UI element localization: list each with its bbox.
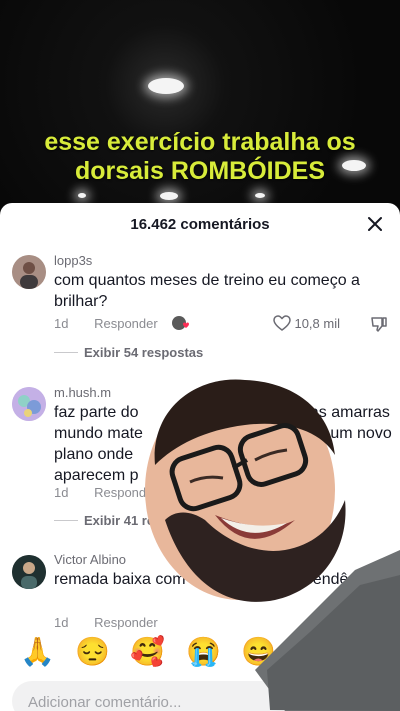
comment-text-fragment: mundo mate	[54, 425, 143, 442]
replies-divider	[54, 352, 78, 353]
comment-text-fragment: aparecem p	[54, 467, 139, 484]
ceiling-light	[160, 192, 178, 200]
comment-text: remada baixa com ênfase em transcendênci…	[54, 571, 387, 588]
heart-icon	[273, 315, 292, 331]
avatar[interactable]	[12, 255, 46, 289]
ceiling-light	[148, 78, 184, 94]
comment-text-line: aparecem p	[54, 465, 394, 486]
dislike-icon[interactable]	[370, 315, 388, 333]
emoji-button[interactable]: 🥰	[130, 635, 165, 669]
emoji-button[interactable]: 😭	[186, 635, 221, 669]
avatar[interactable]	[12, 387, 46, 421]
view-replies-button[interactable]: Exibir 41 respostas	[54, 513, 203, 528]
comment-age: 1d	[54, 485, 69, 500]
view-replies-button[interactable]: Exibir 54 respostas	[54, 345, 203, 360]
comment-text-line: mundo mate a um novo	[54, 423, 394, 444]
ceiling-light	[255, 193, 265, 198]
comments-sheet: 16.462 comentários lopp3s com quantos me…	[0, 203, 400, 711]
view-replies-label: Exibir 54 respostas	[84, 345, 204, 360]
comment-count: 16.462 comentários	[130, 216, 270, 233]
like-button[interactable]: 10,8 mil	[273, 315, 340, 331]
comment-text: faz parte do das amarras do mundo mate a u…	[54, 402, 394, 486]
comment-meta: 1d Responder	[54, 615, 158, 630]
ceiling-light	[78, 193, 86, 198]
comment-username[interactable]: m.hush.m	[54, 385, 111, 400]
reply-button[interactable]: Responder	[94, 485, 158, 500]
reply-button[interactable]: Responder	[94, 615, 158, 630]
comment-input-box	[12, 681, 388, 711]
comment-text-fragment: faz parte do	[54, 404, 139, 421]
emoji-button[interactable]: 🙏	[20, 635, 55, 669]
comment-text: com quantos meses de treino eu começo a …	[54, 272, 360, 310]
close-icon[interactable]	[364, 213, 386, 235]
caption-line: esse exercício trabalha os	[44, 128, 356, 156]
caption-line: dorsais ROMBÓIDES	[74, 157, 326, 185]
comments-header: 16.462 comentários	[0, 203, 400, 245]
mention-icon[interactable]	[314, 691, 336, 711]
comment-text-fragment: ndo	[298, 446, 325, 463]
video-caption: esse exercício trabalha os dorsais ROMBÓ…	[0, 128, 400, 186]
view-replies-label: Exibir 41 respostas	[84, 513, 204, 528]
comment-username[interactable]: Victor Albino	[54, 552, 126, 567]
comment-username[interactable]: lopp3s	[54, 253, 92, 268]
creator-liked-icon	[172, 316, 189, 330]
comment-text-line: faz parte do das amarras do	[54, 402, 394, 442]
emoji-button[interactable]: 😄	[241, 635, 276, 669]
comment-age: 1d	[54, 316, 69, 331]
comment-age: 1d	[54, 615, 69, 630]
emoji-picker-icon[interactable]	[350, 691, 372, 711]
like-count: 10,8 mil	[294, 315, 340, 331]
video-background: esse exercício trabalha os dorsais ROMBÓ…	[0, 0, 400, 215]
comment-text-line: plano onde ndo	[54, 444, 394, 465]
comment-text-fragment: a um novo	[317, 425, 392, 442]
emoji-quick-bar: 🙏 😔 🥰 😭 😄	[0, 633, 400, 675]
replies-divider	[54, 520, 78, 521]
comment-meta: 1d Responder	[54, 485, 158, 500]
avatar[interactable]	[12, 555, 46, 589]
comment-meta: 1d Responder	[54, 316, 158, 331]
emoji-button[interactable]: 😔	[75, 635, 110, 669]
comment-text-fragment: plano onde	[54, 446, 134, 463]
reply-button[interactable]: Responder	[94, 316, 158, 331]
comment-input[interactable]	[26, 681, 310, 711]
